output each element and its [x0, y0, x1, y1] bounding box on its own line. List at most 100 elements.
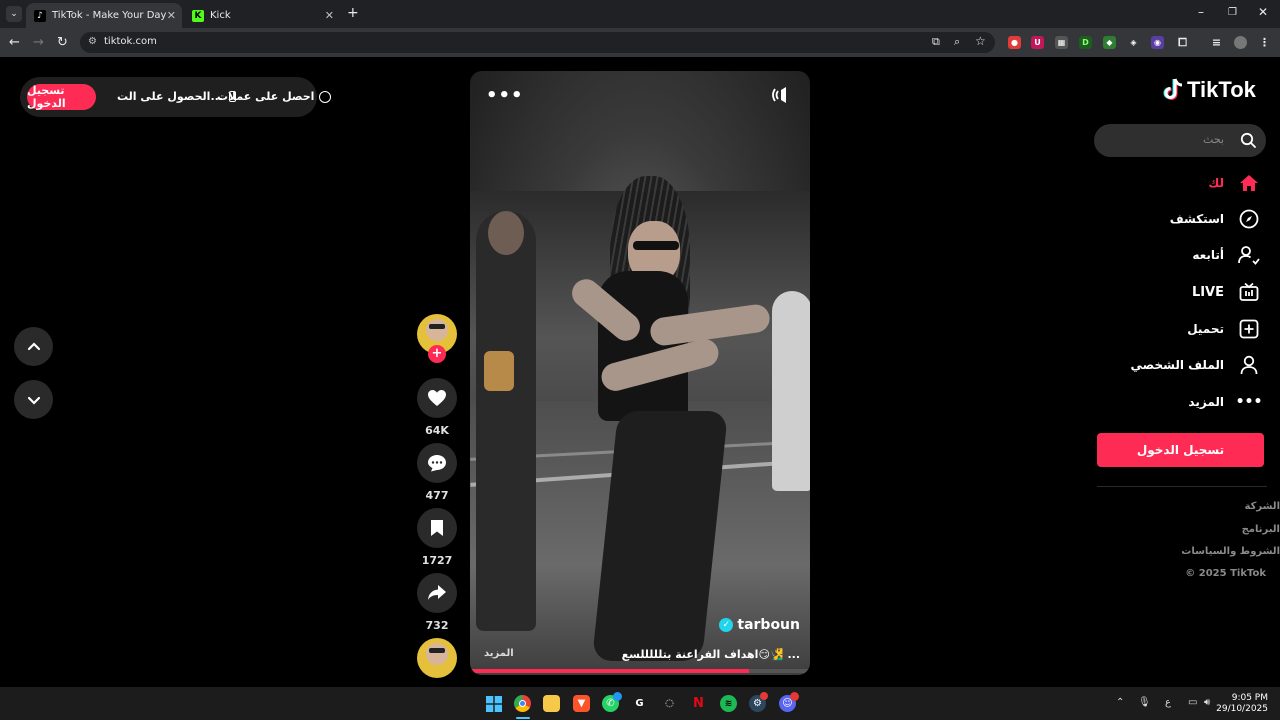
- follow-plus-icon[interactable]: +: [428, 345, 446, 363]
- login-button-top[interactable]: تسجيل الدخول: [27, 84, 96, 110]
- extension-d-icon[interactable]: D: [1079, 36, 1092, 49]
- profile-avatar-icon[interactable]: [1234, 36, 1247, 49]
- app-sync-icon[interactable]: ◌: [661, 695, 678, 712]
- close-tab-icon[interactable]: ✕: [167, 9, 176, 22]
- tab-list-button[interactable]: ⌄: [6, 6, 22, 22]
- extension-red-icon[interactable]: ●: [1008, 36, 1021, 49]
- author-name: tarboun: [737, 617, 800, 633]
- music-disc-avatar[interactable]: [417, 638, 457, 678]
- extensions-puzzle-icon[interactable]: ⧠: [1176, 36, 1189, 49]
- nav-live[interactable]: LIVE: [1192, 280, 1260, 304]
- close-window-icon[interactable]: ✕: [1258, 5, 1268, 19]
- like-button[interactable]: [417, 378, 457, 418]
- new-tab-icon[interactable]: +: [347, 5, 359, 21]
- video-progress-fill: [470, 669, 749, 673]
- save-count: 1727: [421, 554, 453, 567]
- chevron-up-icon: [27, 341, 40, 350]
- tiktok-logo[interactable]: TikTok: [1162, 77, 1256, 103]
- network-icon[interactable]: ▭: [1188, 697, 1197, 708]
- microphone-icon[interactable]: 🎙︎: [1138, 697, 1151, 708]
- reload-icon[interactable]: ↻: [57, 35, 68, 50]
- tiktok-page: تسجيل الدخول الحصول على الت... احصل على …: [0, 57, 1280, 687]
- tray-overflow-icon[interactable]: ⌃: [1116, 697, 1124, 708]
- browser-menu-icon[interactable]: ⋮: [1258, 36, 1271, 49]
- video-player[interactable]: ••• ✓ tarboun اهداف الفراعنة بتلللللسع😏🧏…: [470, 71, 810, 675]
- tab-tiktok[interactable]: ♪ TikTok - Make Your Day ✕: [26, 3, 182, 28]
- video-progress-bar[interactable]: [470, 669, 810, 673]
- restore-icon[interactable]: ❐: [1228, 7, 1237, 18]
- app-g-icon[interactable]: G: [631, 695, 648, 712]
- nav-for-you[interactable]: لك: [1208, 171, 1260, 195]
- login-button-sidebar[interactable]: تسجيل الدخول: [1097, 433, 1264, 467]
- chevron-down-icon: [27, 396, 40, 405]
- video-more-options-icon[interactable]: •••: [486, 85, 524, 106]
- minimize-icon[interactable]: –: [1198, 5, 1204, 19]
- profile-icon: [1238, 354, 1260, 376]
- close-tab-icon[interactable]: ✕: [325, 9, 334, 22]
- nav-following[interactable]: أتابعه: [1192, 243, 1260, 267]
- extension-diamond-icon[interactable]: ◈: [1127, 36, 1140, 49]
- install-app-icon[interactable]: ⧉: [932, 35, 940, 49]
- share-count: 732: [425, 619, 449, 632]
- extension-pink-icon[interactable]: U: [1031, 36, 1044, 49]
- volume-icon[interactable]: [772, 85, 794, 109]
- volume-tray-icon[interactable]: 🔊︎: [1204, 697, 1210, 708]
- netflix-icon[interactable]: N: [690, 695, 707, 712]
- get-coins-link[interactable]: احصل على عملات: [217, 90, 332, 103]
- dancer-sunglasses: [633, 241, 679, 250]
- system-clock[interactable]: 9:05 PM 29/10/2025: [1216, 693, 1268, 715]
- save-button[interactable]: [417, 508, 457, 548]
- chrome-icon[interactable]: [514, 695, 531, 712]
- share-button[interactable]: [417, 573, 457, 613]
- tab-kick[interactable]: K Kick ✕: [184, 3, 340, 28]
- next-video-button[interactable]: [14, 380, 53, 419]
- logo-text: TikTok: [1187, 77, 1256, 102]
- heart-icon: [428, 390, 446, 406]
- discord-badge: [790, 692, 799, 701]
- input-language[interactable]: ع: [1165, 697, 1171, 708]
- nav-label: استكشف: [1169, 212, 1224, 226]
- nav-label: أتابعه: [1192, 248, 1224, 262]
- reading-list-icon[interactable]: ≡: [1210, 36, 1223, 49]
- extension-eye-icon[interactable]: ◉: [1151, 36, 1164, 49]
- upload-icon: [1238, 318, 1260, 340]
- comment-button[interactable]: [417, 443, 457, 483]
- tiktok-favicon-icon: ♪: [34, 9, 46, 22]
- bookmark-star-icon[interactable]: ☆: [975, 34, 986, 48]
- footer-program-link[interactable]: البرنامج: [1242, 524, 1280, 535]
- side-person-left: [476, 211, 536, 631]
- get-app-label: الحصول على الت...: [117, 90, 223, 103]
- more-dots-icon: •••: [1235, 394, 1263, 410]
- video-author[interactable]: ✓ tarboun: [719, 617, 800, 633]
- side-person-left-head: [488, 211, 524, 255]
- forward-icon[interactable]: →: [33, 35, 44, 50]
- extension-grid-icon[interactable]: ▦: [1055, 36, 1068, 49]
- search-bar[interactable]: بحث: [1094, 124, 1266, 157]
- site-info-icon[interactable]: ⚙: [88, 36, 97, 47]
- side-person-right: [772, 291, 810, 491]
- zoom-icon[interactable]: ⌕: [954, 35, 960, 49]
- spotify-icon[interactable]: ≋: [720, 695, 737, 712]
- windows-start-icon[interactable]: [485, 695, 502, 712]
- nav-profile[interactable]: الملف الشخصي: [1131, 353, 1260, 377]
- share-arrow-icon: [428, 585, 446, 600]
- caption-more-link[interactable]: المزيد: [484, 648, 514, 659]
- compass-icon: [1238, 208, 1260, 230]
- nav-upload[interactable]: تحميل: [1187, 317, 1260, 341]
- following-icon: [1238, 244, 1260, 266]
- nav-more[interactable]: المزيد •••: [1188, 390, 1263, 414]
- extension-shield-icon[interactable]: ◆: [1103, 36, 1116, 49]
- back-icon[interactable]: ←: [9, 35, 20, 50]
- footer-company-link[interactable]: الشركة: [1245, 501, 1280, 512]
- address-bar-row: ← → ↻ ⚙ tiktok.com ⧉ ⌕ ☆ ● U ▦ D ◆ ◈ ◉ ⧠…: [0, 28, 1280, 57]
- file-explorer-icon[interactable]: [543, 695, 560, 712]
- live-icon: [1238, 281, 1260, 303]
- omnibox[interactable]: ⚙ tiktok.com ⧉ ⌕ ☆: [80, 32, 995, 53]
- search-icon[interactable]: [1240, 132, 1256, 148]
- previous-video-button[interactable]: [14, 327, 53, 366]
- brave-icon[interactable]: ▼: [573, 695, 590, 712]
- footer-terms-link[interactable]: الشروط والسياسات: [1181, 546, 1280, 557]
- kick-favicon-icon: K: [192, 9, 204, 22]
- comment-count: 477: [425, 489, 449, 502]
- nav-explore[interactable]: استكشف: [1170, 207, 1260, 231]
